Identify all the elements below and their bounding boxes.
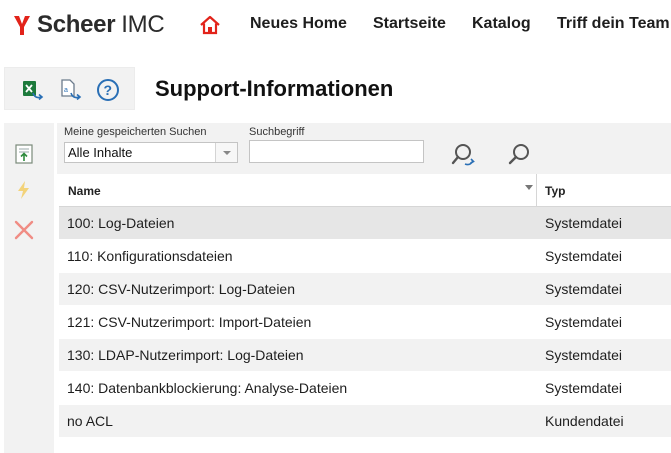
top-navigation: Scheer IMC Neues Home Startseite Katalog… xyxy=(0,0,671,52)
table-row[interactable]: no ACL Kundendatei xyxy=(59,405,671,438)
brand-name-strong: Scheer xyxy=(37,11,116,38)
page-title: Support-Informationen xyxy=(155,76,394,101)
nav-item-katalog[interactable]: Katalog xyxy=(472,15,531,33)
delete-icon[interactable] xyxy=(13,219,35,241)
search-term-input[interactable] xyxy=(249,140,424,163)
cell-type: Systemdatei xyxy=(545,314,623,330)
chevron-down-icon[interactable] xyxy=(215,143,237,162)
side-action-strip xyxy=(4,123,54,453)
nav-item-neues-home[interactable]: Neues Home xyxy=(250,15,347,33)
cell-name: 120: CSV-Nutzerimport: Log-Dateien xyxy=(67,281,295,297)
column-divider xyxy=(536,174,537,207)
support-info-table: Name Typ 100: Log-Dateien Systemdatei 11… xyxy=(59,174,671,438)
table-row[interactable]: 120: CSV-Nutzerimport: Log-Dateien Syste… xyxy=(59,273,671,306)
saved-searches-value: Alle Inhalte xyxy=(68,145,133,160)
search-panel: Meine gespeicherten Suchen Alle Inhalte … xyxy=(57,123,671,174)
export-toolbar: a ? xyxy=(4,67,135,110)
home-icon[interactable] xyxy=(199,14,221,36)
svg-text:a: a xyxy=(64,87,68,94)
scheer-logo-icon xyxy=(14,16,30,35)
sort-dropdown-icon[interactable] xyxy=(525,185,533,190)
nav-item-startseite[interactable]: Startseite xyxy=(373,15,446,33)
cell-name: 140: Datenbankblockierung: Analyse-Datei… xyxy=(67,380,348,396)
table-row[interactable]: 110: Konfigurationsdateien Systemdatei xyxy=(59,240,671,273)
cell-type: Systemdatei xyxy=(545,215,623,231)
help-icon[interactable]: ? xyxy=(96,78,120,102)
table-row[interactable]: 140: Datenbankblockierung: Analyse-Datei… xyxy=(59,372,671,405)
cell-type: Systemdatei xyxy=(545,281,623,297)
document-export-icon[interactable]: a xyxy=(59,78,83,102)
cell-type: Systemdatei xyxy=(545,347,623,363)
table-row[interactable]: 130: LDAP-Nutzerimport: Log-Dateien Syst… xyxy=(59,339,671,372)
cell-name: no ACL xyxy=(67,413,113,429)
svg-text:?: ? xyxy=(104,82,113,98)
table-row[interactable]: 100: Log-Dateien Systemdatei xyxy=(59,207,671,240)
reset-search-icon[interactable] xyxy=(451,142,477,168)
table-header: Name Typ xyxy=(59,174,671,207)
cell-type: Systemdatei xyxy=(545,380,623,396)
column-header-name[interactable]: Name xyxy=(68,184,101,198)
saved-searches-select[interactable]: Alle Inhalte xyxy=(64,142,238,163)
brand-logo[interactable]: Scheer IMC xyxy=(13,11,165,39)
excel-export-icon[interactable] xyxy=(21,78,45,102)
table-body: 100: Log-Dateien Systemdatei 110: Konfig… xyxy=(59,207,671,438)
cell-name: 121: CSV-Nutzerimport: Import-Dateien xyxy=(67,314,312,330)
cell-name: 110: Konfigurationsdateien xyxy=(67,248,233,264)
cell-name: 130: LDAP-Nutzerimport: Log-Dateien xyxy=(67,347,304,363)
saved-searches-label: Meine gespeicherten Suchen xyxy=(64,126,207,138)
search-icon[interactable] xyxy=(507,142,533,168)
cell-type: Systemdatei xyxy=(545,248,623,264)
nav-item-triff-dein-team[interactable]: Triff dein Team xyxy=(557,15,670,33)
lightning-icon[interactable] xyxy=(13,179,35,201)
cell-type: Kundendatei xyxy=(545,413,624,429)
table-row[interactable]: 121: CSV-Nutzerimport: Import-Dateien Sy… xyxy=(59,306,671,339)
upload-icon[interactable] xyxy=(13,143,35,165)
cell-name: 100: Log-Dateien xyxy=(67,215,175,231)
column-header-type[interactable]: Typ xyxy=(545,184,565,198)
brand-name-light: IMC xyxy=(121,11,165,38)
search-term-label: Suchbegriff xyxy=(249,126,305,138)
